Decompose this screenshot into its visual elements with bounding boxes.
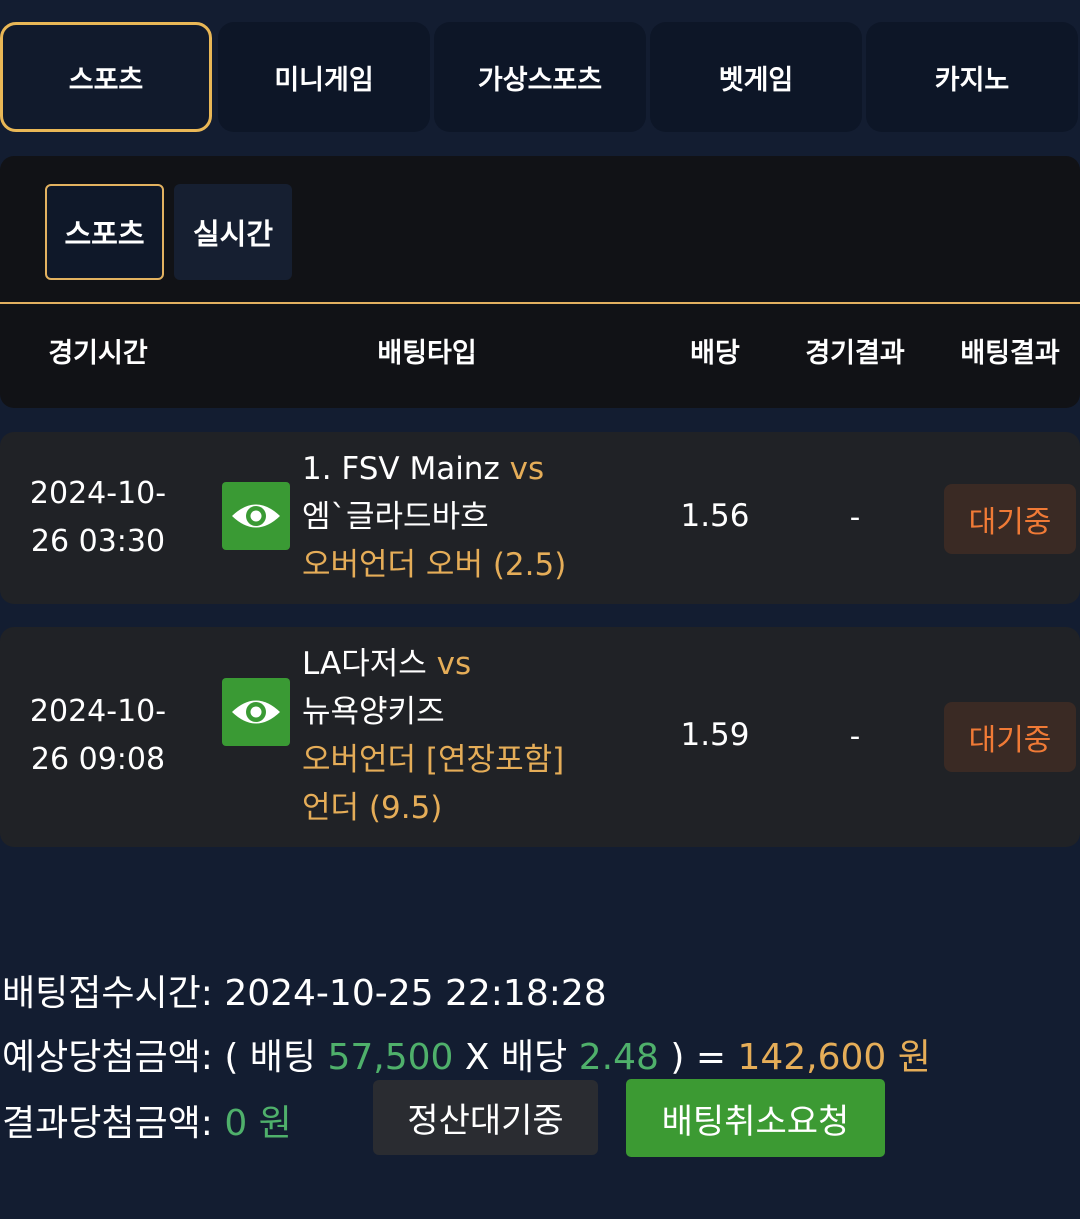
eye-icon xyxy=(232,504,280,528)
column-header-bet-type: 배팅타입 xyxy=(377,338,477,369)
odds-value: 1.56 xyxy=(680,498,750,534)
odds-value: 1.59 xyxy=(680,717,750,753)
match-time: 2024-10- 26 09:08 xyxy=(29,694,167,777)
table-row: 2024-10- 26 09:08 LA다저스 vs 뉴욕양키즈 오버언더 [연… xyxy=(0,627,1080,847)
received-time-value: 2024-10-25 22:18:28 xyxy=(224,973,607,1014)
market-label: 오버언더 [연장포함] xyxy=(302,742,565,778)
result-win-amount: 0 원 xyxy=(224,1103,292,1144)
stake-amount: 57,500 xyxy=(327,1037,454,1078)
away-team: 엠`글라드바흐 xyxy=(302,499,489,535)
divider xyxy=(0,302,1080,304)
result-win-label: 결과당첨금액: xyxy=(2,1103,213,1144)
tab-casino[interactable]: 카지노 xyxy=(866,22,1078,132)
subtab-sports[interactable]: 스포츠 xyxy=(45,184,164,280)
game-result: - xyxy=(849,500,861,534)
total-odds: 2.48 xyxy=(578,1037,659,1078)
market-label: 오버언더 오버 (2.5) xyxy=(302,547,567,583)
subtab-live[interactable]: 실시간 xyxy=(174,184,292,280)
received-time-line: 배팅접수시간: 2024-10-25 22:18:28 xyxy=(2,964,607,1016)
cancel-bet-request-button[interactable]: 배팅취소요청 xyxy=(626,1079,885,1157)
view-bet-button[interactable] xyxy=(222,482,290,550)
home-team: 1. FSV Mainz xyxy=(302,451,500,487)
game-result: - xyxy=(849,719,861,753)
away-team: 뉴욕양키즈 xyxy=(302,694,445,730)
bet-type: 1. FSV Mainz vs 엠`글라드바흐 오버언더 오버 (2.5) xyxy=(302,445,662,589)
vs-label: vs xyxy=(436,646,472,682)
tab-betgame[interactable]: 벳게임 xyxy=(650,22,862,132)
bet-history-panel: 스포츠 실시간 경기시간 배팅타입 배당 경기결과 배팅결과 xyxy=(0,156,1080,408)
eye-icon xyxy=(232,700,280,724)
column-header-bet-result: 배팅결과 xyxy=(960,338,1060,369)
settlement-pending-button[interactable]: 정산대기중 xyxy=(373,1080,598,1155)
tab-virtual-sports[interactable]: 가상스포츠 xyxy=(434,22,646,132)
view-bet-button[interactable] xyxy=(222,678,290,746)
bet-type: LA다저스 vs 뉴욕양키즈 오버언더 [연장포함] 언더 (9.5) xyxy=(302,640,662,832)
status-badge: 대기중 xyxy=(944,484,1076,554)
result-win-line: 결과당첨금액: 0 원 xyxy=(2,1094,292,1146)
tab-minigame[interactable]: 미니게임 xyxy=(218,22,430,132)
top-category-nav: 스포츠 미니게임 가상스포츠 벳게임 카지노 xyxy=(0,22,1080,134)
market-pick: 언더 (9.5) xyxy=(302,790,443,826)
status-badge: 대기중 xyxy=(944,702,1076,772)
home-team: LA다저스 xyxy=(302,646,427,682)
match-time: 2024-10- 26 03:30 xyxy=(29,476,167,559)
expected-win-line: 예상당첨금액: ( 배팅 57,500 X 배당 2.48 ) = 142,60… xyxy=(2,1037,931,1078)
table-row: 2024-10- 26 03:30 1. FSV Mainz vs 엠`글라드바… xyxy=(0,432,1080,604)
vs-label: vs xyxy=(509,451,545,487)
column-header-game-result: 경기결과 xyxy=(805,338,905,369)
column-header-time: 경기시간 xyxy=(48,338,148,369)
column-header-odds: 배당 xyxy=(690,338,740,369)
tab-sports[interactable]: 스포츠 xyxy=(0,22,212,132)
expected-win-amount: 142,600 원 xyxy=(737,1037,931,1078)
received-time-label: 배팅접수시간: xyxy=(2,973,213,1014)
expected-win-label: 예상당첨금액: xyxy=(2,1037,213,1078)
